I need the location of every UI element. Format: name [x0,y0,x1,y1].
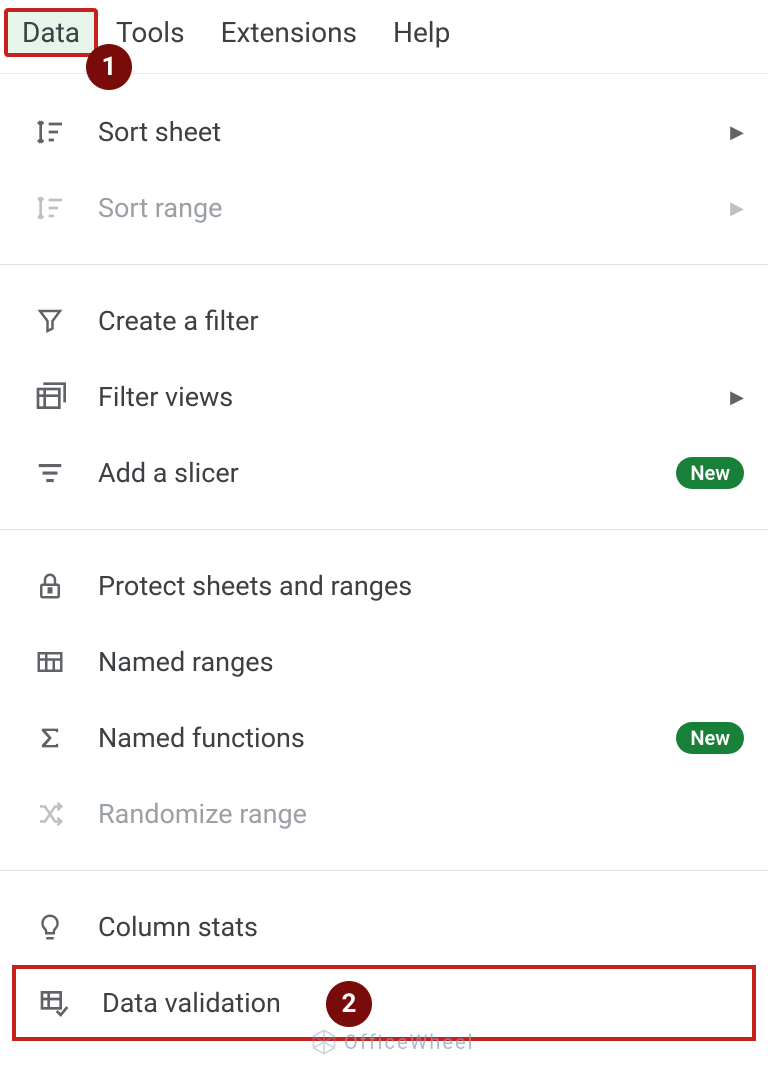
menu-item-label: Filter views [98,381,730,413]
menu-item-randomize: Randomize range [0,776,768,852]
menu-item-data-validation[interactable]: Data validation [16,969,752,1037]
menu-item-label: Add a slicer [98,457,676,489]
annotation-badge-2: 2 [326,981,372,1027]
submenu-arrow-icon: ▶ [730,198,744,219]
menu-item-label: Sort sheet [98,116,730,148]
menu-item-label: Sort range [98,192,730,224]
data-dropdown: Sort sheet ▶ Sort range ▶ Create a filte… [0,74,768,1041]
data-validation-icon [34,983,74,1023]
menu-item-protect[interactable]: Protect sheets and ranges [0,548,768,624]
menu-item-label: Create a filter [98,305,744,337]
menu-item-label: Protect sheets and ranges [98,570,744,602]
watermark: OfficeWheel [310,1028,474,1056]
sort-range-icon [30,188,70,228]
annotation-badge-1: 1 [86,44,132,90]
new-badge: New [676,457,744,489]
new-badge: New [676,722,744,754]
submenu-arrow-icon: ▶ [730,387,744,408]
menu-item-named-ranges[interactable]: Named ranges [0,624,768,700]
menu-item-named-functions[interactable]: Named functions New [0,700,768,776]
lock-icon [30,566,70,606]
separator [0,264,768,265]
sigma-icon [30,718,70,758]
separator [0,529,768,530]
slicer-icon [30,453,70,493]
filter-icon [30,301,70,341]
shuffle-icon [30,794,70,834]
separator [0,870,768,871]
menu-item-label: Named ranges [98,646,744,678]
menu-item-filter-views[interactable]: Filter views ▶ [0,359,768,435]
menu-item-column-stats[interactable]: Column stats [0,889,768,965]
menu-item-label: Randomize range [98,798,744,830]
submenu-arrow-icon: ▶ [730,122,744,143]
menu-item-sort-sheet[interactable]: Sort sheet ▶ [0,94,768,170]
named-ranges-icon [30,642,70,682]
filter-views-icon [30,377,70,417]
menubar-item-extensions[interactable]: Extensions [203,8,375,57]
menubar-item-data[interactable]: Data [4,8,98,57]
sort-sheet-icon [30,112,70,152]
menu-item-create-filter[interactable]: Create a filter [0,283,768,359]
menu-item-label: Column stats [98,911,744,943]
lightbulb-icon [30,907,70,947]
menu-item-label: Data validation [102,987,740,1019]
menubar-item-help[interactable]: Help [375,8,468,57]
menu-item-sort-range: Sort range ▶ [0,170,768,246]
menu-item-add-slicer[interactable]: Add a slicer New [0,435,768,511]
menu-item-label: Named functions [98,722,676,754]
